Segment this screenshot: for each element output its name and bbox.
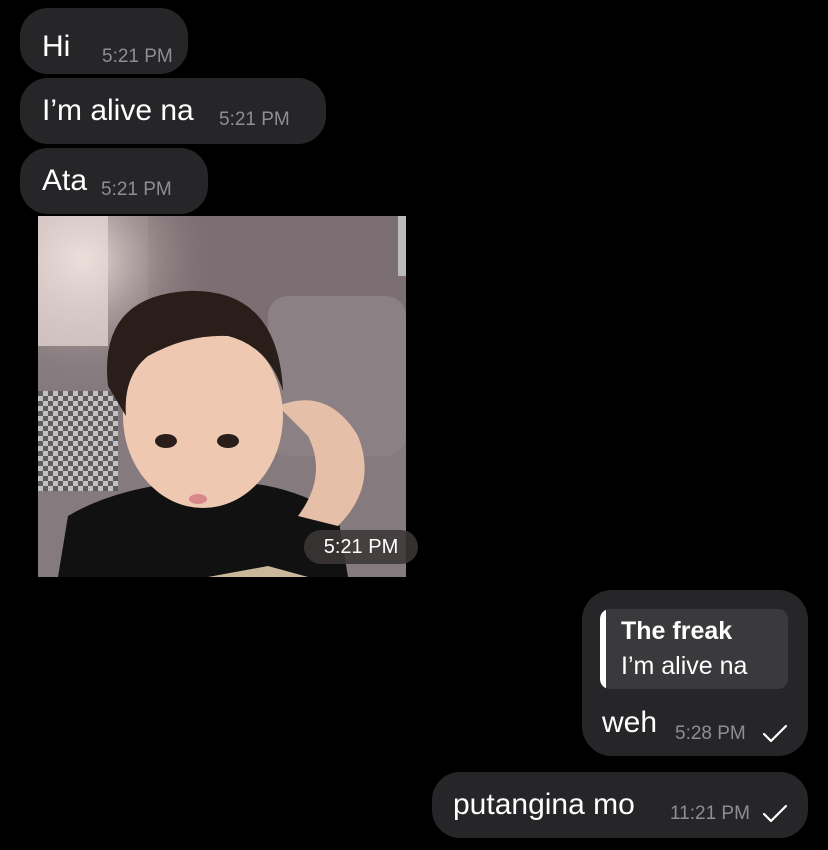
message-timestamp: 5:21 PM xyxy=(219,109,290,130)
message-text: Ata xyxy=(42,164,88,197)
message-timestamp: 5:21 PM xyxy=(102,46,173,67)
message-text: I’m alive na xyxy=(42,94,194,127)
check-icon xyxy=(762,724,788,743)
photo-message[interactable] xyxy=(38,216,406,577)
photo-timestamp: 5:21 PM xyxy=(304,530,418,564)
reply-quote-author: The freak xyxy=(621,617,733,645)
message-timestamp: 5:21 PM xyxy=(101,179,172,200)
incoming-message-bubble[interactable]: I’m alive na 5:21 PM xyxy=(20,78,326,144)
outgoing-message-bubble[interactable]: putangina mo 11:21 PM xyxy=(432,772,808,838)
message-text: putangina mo xyxy=(453,788,635,821)
message-timestamp: 5:28 PM xyxy=(675,723,746,744)
reply-quote[interactable]: The freak I’m alive na xyxy=(600,609,788,689)
incoming-message-bubble[interactable]: Hi 5:21 PM xyxy=(20,8,188,74)
reply-quote-text: I’m alive na xyxy=(621,652,748,680)
outgoing-message-bubble[interactable]: The freak I’m alive na weh 5:28 PM xyxy=(582,590,808,756)
photo-image xyxy=(38,216,406,577)
message-text: Hi xyxy=(42,30,71,63)
check-icon xyxy=(762,804,788,823)
message-timestamp: 11:21 PM xyxy=(670,803,750,824)
incoming-message-bubble[interactable]: Ata 5:21 PM xyxy=(20,148,208,214)
message-text: weh xyxy=(602,706,658,739)
reply-quote-bar xyxy=(600,609,606,689)
